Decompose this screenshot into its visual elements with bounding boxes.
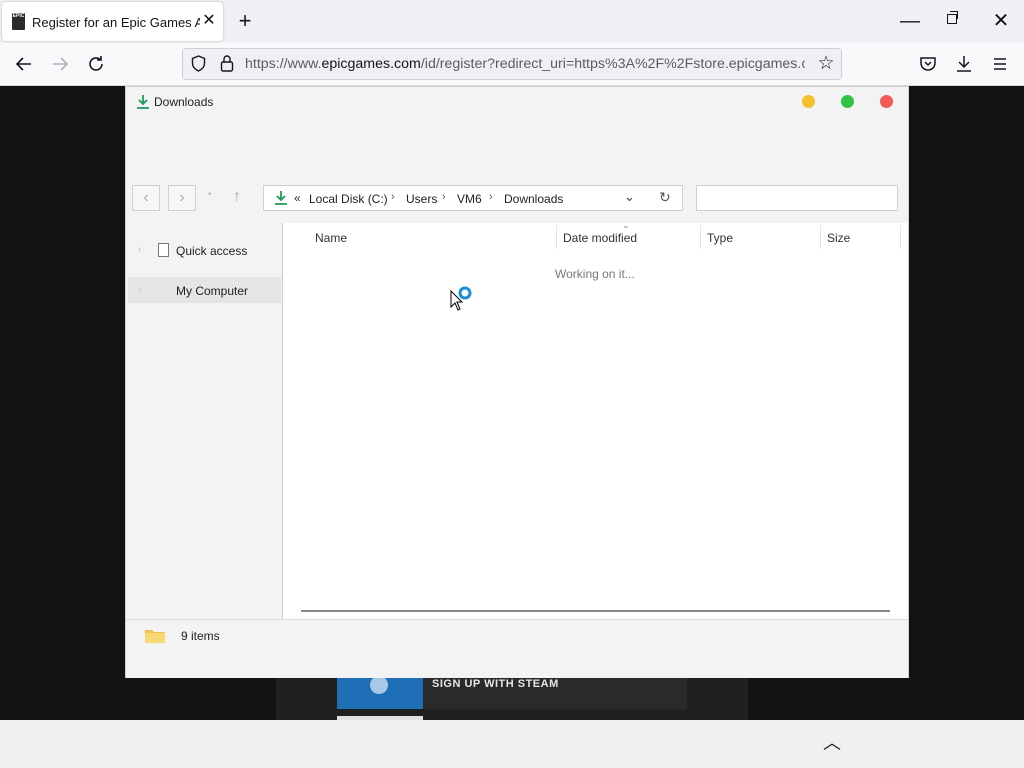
- forward-button[interactable]: ›: [168, 185, 196, 211]
- pocket-icon[interactable]: [916, 52, 940, 76]
- breadcrumb-vm6[interactable]: VM6: [457, 192, 482, 206]
- folder-icon: [144, 628, 166, 644]
- nav-item-label: Quick access: [176, 244, 248, 258]
- download-icon: [136, 94, 150, 110]
- minimize-dot-button[interactable]: [802, 95, 815, 108]
- restore-icon[interactable]: [947, 11, 958, 24]
- file-picker-dialog: Downloads ‹ › • ↑ « Local Disk (C:) › Us…: [125, 86, 909, 678]
- chevron-down-icon[interactable]: ⌄: [624, 189, 635, 205]
- nav-item-quick-access[interactable]: › Quick access: [126, 241, 281, 261]
- url-bar[interactable]: https://www.epicgames.com/id/register?re…: [182, 48, 842, 80]
- nav-item-my-computer[interactable]: › My Computer: [128, 277, 281, 303]
- shield-icon[interactable]: [191, 55, 206, 72]
- download-icon: [274, 190, 288, 206]
- url-prefix: https://www.: [245, 56, 322, 72]
- item-count: 9 items: [181, 629, 220, 643]
- column-separator[interactable]: [820, 225, 821, 249]
- chevron-up-icon[interactable]: ︿: [822, 733, 842, 753]
- browser-nav-bar: https://www.epicgames.com/id/register?re…: [0, 43, 1024, 86]
- page-icon: [158, 243, 169, 257]
- lock-icon[interactable]: [220, 54, 234, 73]
- breadcrumb-local-disk[interactable]: Local Disk (C:): [309, 192, 388, 206]
- page-bottom-bar: [0, 720, 1024, 768]
- download-icon[interactable]: [952, 52, 976, 76]
- column-separator[interactable]: [700, 225, 701, 249]
- dialog-status-bar: 9 items: [126, 619, 908, 678]
- minimize-icon[interactable]: —: [900, 10, 920, 32]
- address-bar[interactable]: « Local Disk (C:) › Users › VM6 › Downlo…: [263, 185, 683, 211]
- hamburger-menu-icon[interactable]: [988, 52, 1012, 76]
- url-domain: epicgames.com: [321, 56, 421, 72]
- back-button[interactable]: ‹: [132, 185, 160, 211]
- overflow-chevron-icon[interactable]: «: [294, 191, 301, 205]
- forward-arrow-icon[interactable]: [48, 52, 72, 76]
- refresh-icon[interactable]: ↻: [659, 189, 671, 206]
- dialog-toolbar: ‹ › • ↑ « Local Disk (C:) › Users › VM6 …: [126, 171, 908, 224]
- back-arrow-icon[interactable]: [12, 52, 36, 76]
- nav-item-label: My Computer: [176, 284, 249, 298]
- bookmark-star-icon[interactable]: ☆: [816, 54, 836, 74]
- search-input[interactable]: [696, 185, 898, 211]
- column-separator[interactable]: [556, 225, 557, 249]
- up-arrow-icon[interactable]: ↑: [233, 188, 241, 206]
- reload-icon[interactable]: [84, 52, 108, 76]
- close-dot-button[interactable]: [880, 95, 893, 108]
- tab-title: Register for an Epic Games Acc: [32, 15, 200, 30]
- close-icon[interactable]: ✕: [990, 10, 1012, 32]
- column-separator[interactable]: [900, 225, 901, 249]
- dialog-titlebar: Downloads: [126, 87, 908, 171]
- column-header-type[interactable]: Type: [707, 231, 733, 245]
- busy-spinner-icon: [458, 286, 472, 300]
- breadcrumb-separator: ›: [489, 191, 493, 203]
- column-header-date-modified[interactable]: Date modified: [563, 231, 637, 245]
- tab-close-icon[interactable]: ✕: [202, 12, 216, 30]
- navigation-pane: › Quick access › My Computer: [126, 223, 283, 619]
- expand-chevron-icon[interactable]: ›: [138, 244, 141, 254]
- plus-icon[interactable]: +: [235, 10, 255, 32]
- breadcrumb-downloads[interactable]: Downloads: [504, 192, 563, 206]
- maximize-dot-button[interactable]: [841, 95, 854, 108]
- url-text[interactable]: https://www.epicgames.com/id/register?re…: [245, 56, 805, 72]
- loading-status-text: Working on it...: [555, 267, 635, 281]
- column-header-size[interactable]: Size: [827, 231, 850, 245]
- epic-games-favicon-icon: EPIC: [12, 13, 25, 30]
- sort-caret-icon: ⌄: [622, 220, 630, 230]
- breadcrumb-users[interactable]: Users: [406, 192, 437, 206]
- breadcrumb-separator: ›: [442, 191, 446, 203]
- steam-signup-label: SIGN UP WITH STEAM: [432, 678, 559, 690]
- browser-tab[interactable]: EPIC Register for an Epic Games Acc ✕: [2, 2, 223, 41]
- url-path: /id/register?redirect_uri=https%3A%2F%2F…: [420, 56, 805, 72]
- recent-locations-icon[interactable]: •: [208, 189, 212, 200]
- file-list: Name ⌄ Date modified Type Size Working o…: [283, 220, 908, 619]
- dialog-title: Downloads: [154, 95, 214, 109]
- expand-chevron-icon[interactable]: ›: [138, 284, 141, 294]
- column-header-name[interactable]: Name: [315, 231, 347, 245]
- breadcrumb-separator: ›: [391, 191, 395, 203]
- browser-tab-bar: EPIC Register for an Epic Games Acc ✕ + …: [0, 0, 1024, 43]
- horizontal-scrollbar[interactable]: [301, 610, 890, 612]
